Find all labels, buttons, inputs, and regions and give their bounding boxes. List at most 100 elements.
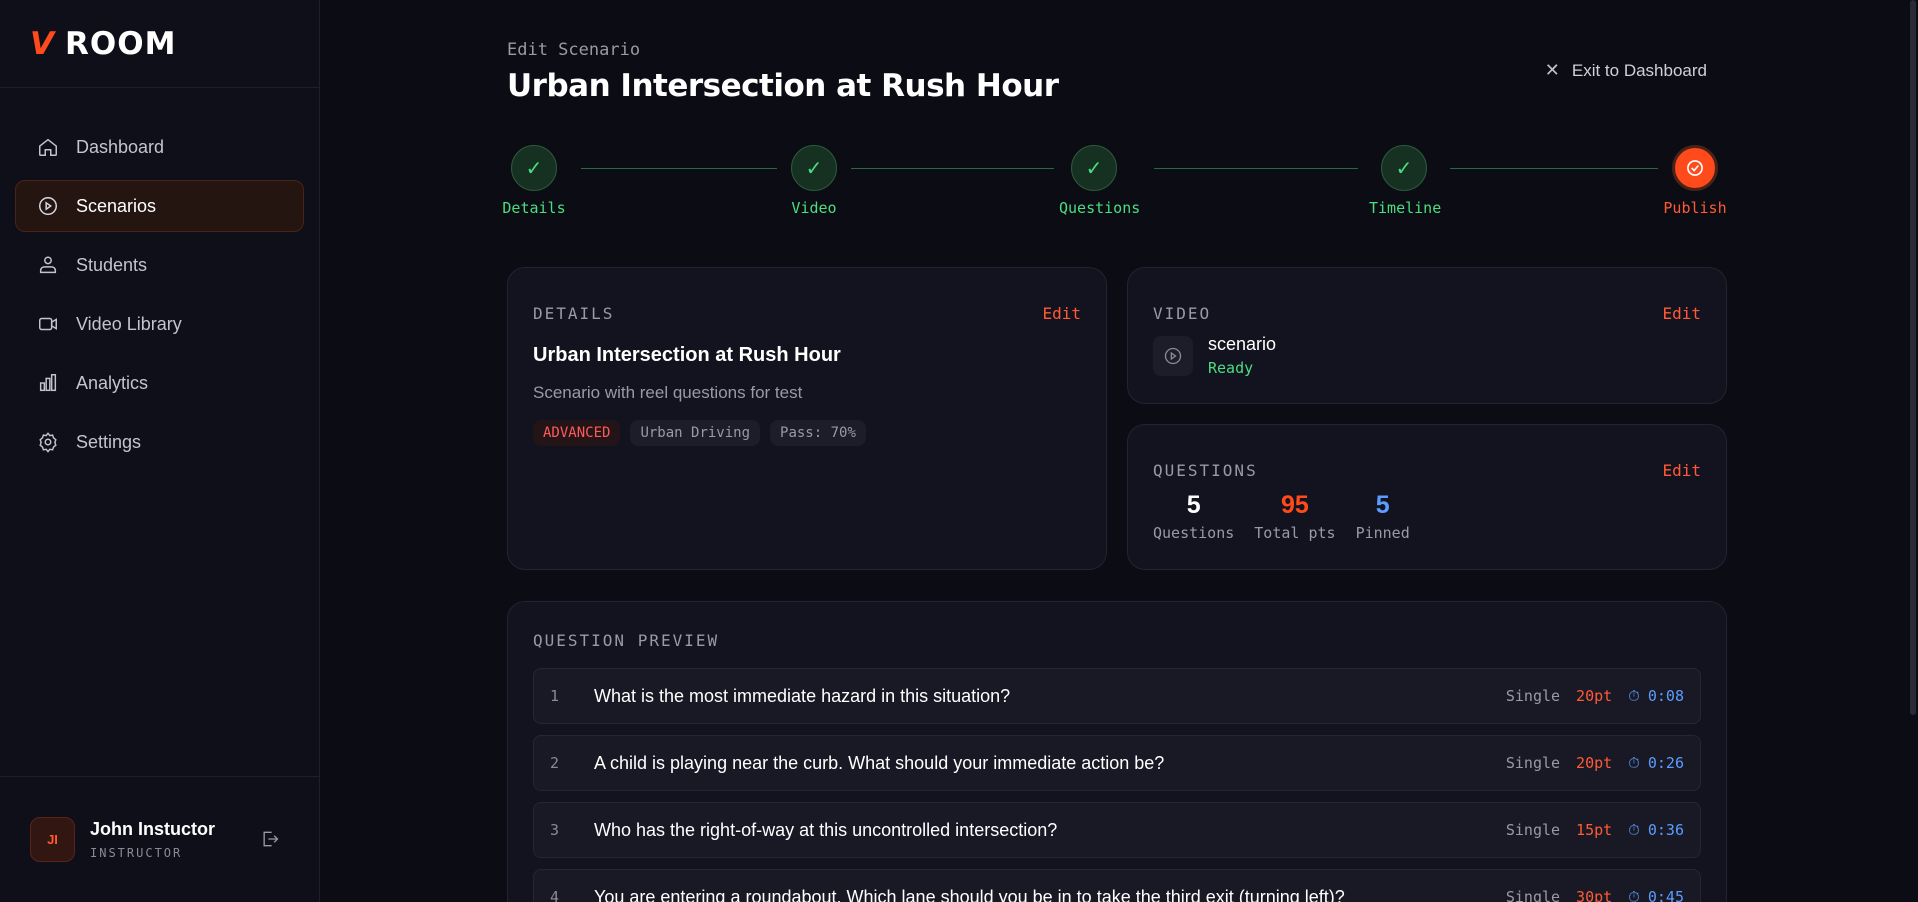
question-preview-card: QUESTION PREVIEW 1 What is the most imme… (507, 601, 1727, 902)
step-label: Publish (1663, 199, 1727, 217)
question-time: ⏱ 0:08 (1628, 687, 1684, 705)
question-row[interactable]: 3 Who has the right-of-way at this uncon… (533, 802, 1701, 858)
step-details[interactable]: ✓ Details (499, 145, 569, 217)
sidebar-item-label: Video Library (76, 313, 182, 334)
pass-badge: Pass: 70% (770, 420, 866, 446)
close-icon: ✕ (1544, 60, 1560, 80)
home-icon (36, 135, 60, 159)
page-title: Urban Intersection at Rush Hour (507, 68, 1059, 104)
scrollbar-thumb[interactable] (1910, 0, 1916, 715)
sidebar-item-label: Settings (76, 431, 142, 452)
check-circle-icon (1672, 145, 1718, 191)
logout-icon[interactable] (260, 829, 280, 854)
stat-value: 95 (1281, 491, 1309, 519)
sidebar-item-label: Analytics (76, 372, 149, 393)
user-name: John Instuctor (90, 819, 215, 839)
question-number: 4 (550, 888, 560, 902)
tag-list: ADVANCED Urban Driving Pass: 70% (533, 420, 866, 446)
step-label: Timeline (1369, 199, 1442, 217)
question-text: A child is playing near the curb. What s… (594, 752, 1165, 773)
stat-value: 5 (1375, 491, 1390, 519)
sidebar: V ROOM Dashboard Scenarios Students Vide… (0, 0, 320, 902)
users-icon (36, 253, 60, 277)
card-heading: VIDEO (1153, 304, 1212, 323)
question-type: Single (1505, 687, 1561, 705)
edit-video-button[interactable]: Edit (1662, 304, 1701, 323)
question-row[interactable]: 1 What is the most immediate hazard in t… (533, 668, 1701, 724)
check-icon: ✓ (1381, 145, 1427, 191)
card-heading: QUESTION PREVIEW (533, 631, 720, 650)
check-icon: ✓ (791, 145, 837, 191)
avatar[interactable]: JI (30, 817, 75, 862)
sidebar-item-label: Dashboard (76, 136, 165, 157)
brand-logo[interactable]: V ROOM (0, 0, 319, 88)
card-heading: DETAILS (533, 304, 615, 323)
question-points: 30pt (1576, 888, 1613, 902)
question-number: 1 (550, 687, 560, 705)
play-circle-icon (36, 194, 60, 218)
check-icon: ✓ (1071, 145, 1117, 191)
scenario-description: Scenario with reel questions for test (533, 383, 803, 402)
question-time: ⏱ 0:26 (1628, 754, 1684, 772)
question-text: What is the most immediate hazard in thi… (594, 685, 1011, 706)
step-label: Questions (1059, 199, 1141, 217)
user-role: INSTRUCTOR (90, 846, 183, 860)
question-timestamp: 0:36 (1647, 821, 1684, 839)
sidebar-item-video-library[interactable]: Video Library (15, 298, 304, 350)
step-publish[interactable]: Publish (1660, 145, 1730, 217)
category-badge: Urban Driving (630, 420, 761, 446)
question-number: 3 (550, 821, 560, 839)
difficulty-badge: ADVANCED (533, 420, 621, 446)
exit-label: Exit to Dashboard (1571, 60, 1707, 80)
question-points: 20pt (1576, 687, 1613, 705)
question-timestamp: 0:45 (1647, 888, 1684, 902)
sidebar-item-dashboard[interactable]: Dashboard (15, 121, 304, 173)
play-circle-icon[interactable] (1153, 336, 1193, 376)
step-connector (1450, 168, 1658, 169)
scenario-title: Urban Intersection at Rush Hour (533, 344, 841, 366)
sidebar-item-label: Scenarios (76, 195, 157, 216)
question-time: ⏱ 0:36 (1628, 821, 1684, 839)
question-stats: 5 Questions 95 Total pts 5 Pinned (1153, 491, 1410, 542)
stat-total-pts: 95 Total pts (1254, 491, 1335, 542)
question-timestamp: 0:26 (1647, 754, 1684, 772)
timer-icon: ⏱ (1628, 821, 1640, 839)
gear-icon (36, 430, 60, 454)
question-type: Single (1505, 754, 1561, 772)
sidebar-item-analytics[interactable]: Analytics (15, 357, 304, 409)
question-text: You are entering a roundabout. Which lan… (594, 886, 1345, 902)
stat-questions: 5 Questions (1153, 491, 1234, 542)
questions-card: QUESTIONS Edit 5 Questions 95 Total pts … (1127, 424, 1727, 570)
sidebar-item-students[interactable]: Students (15, 239, 304, 291)
sidebar-item-scenarios[interactable]: Scenarios (15, 180, 304, 232)
step-video[interactable]: ✓ Video (779, 145, 849, 217)
step-connector (581, 168, 777, 169)
logo-text: ROOM (65, 25, 177, 62)
question-time: ⏱ 0:45 (1628, 888, 1684, 902)
step-timeline[interactable]: ✓ Timeline (1369, 145, 1442, 217)
stat-label: Questions (1153, 524, 1235, 542)
user-panel: JI John Instuctor INSTRUCTOR (0, 776, 319, 902)
step-connector (1154, 168, 1358, 169)
question-points: 15pt (1576, 821, 1613, 839)
question-row[interactable]: 4 You are entering a roundabout. Which l… (533, 869, 1701, 902)
step-label: Video (791, 199, 837, 217)
question-type: Single (1505, 888, 1561, 902)
video-name: scenario (1208, 334, 1277, 354)
card-heading: QUESTIONS (1153, 461, 1258, 480)
sidebar-nav: Dashboard Scenarios Students Video Libra… (0, 88, 319, 468)
exit-to-dashboard-button[interactable]: ✕ Exit to Dashboard (1545, 60, 1707, 81)
question-row[interactable]: 2 A child is playing near the curb. What… (533, 735, 1701, 791)
question-type: Single (1505, 821, 1561, 839)
step-questions[interactable]: ✓ Questions (1059, 145, 1141, 217)
sidebar-item-settings[interactable]: Settings (15, 416, 304, 468)
stat-label: Total pts (1254, 524, 1336, 542)
video-icon (36, 312, 60, 336)
edit-questions-button[interactable]: Edit (1662, 461, 1701, 480)
edit-details-button[interactable]: Edit (1042, 304, 1081, 323)
stat-label: Pinned (1355, 524, 1410, 542)
step-connector (851, 168, 1054, 169)
page-scrollbar[interactable] (1908, 0, 1918, 902)
video-card: VIDEO Edit scenario Ready (1127, 267, 1727, 404)
question-number: 2 (550, 754, 560, 772)
